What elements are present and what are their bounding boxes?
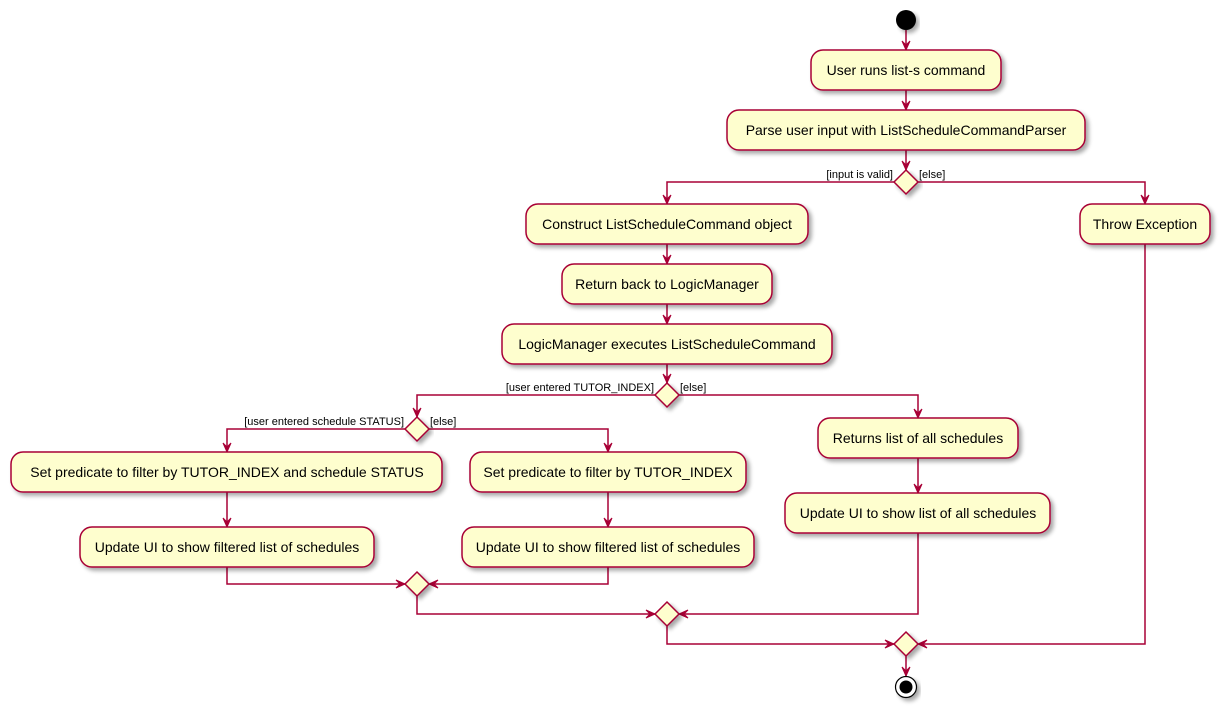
edge-status-else-branch — [429, 428, 609, 452]
edge-tutor-else-branch — [679, 394, 919, 418]
activity-throw-exception: Throw Exception — [1079, 203, 1211, 245]
activity-label: Update UI to show filtered list of sched… — [95, 539, 360, 555]
activity-label: Set predicate to filter by TUTOR_INDEX — [483, 464, 733, 480]
activity-predicate-index-status: Set predicate to filter by TUTOR_INDEX a… — [10, 451, 443, 493]
decision-tutor-index — [653, 381, 681, 409]
activity-logic-executes: LogicManager executes ListScheduleComman… — [501, 323, 833, 365]
activity-predicate-index: Set predicate to filter by TUTOR_INDEX — [469, 451, 747, 493]
decision-input-valid — [892, 168, 920, 196]
edge-update2-merge3 — [429, 567, 609, 585]
activity-label: Throw Exception — [1093, 216, 1197, 232]
activity-user-runs: User runs list-s command — [810, 49, 1002, 91]
guard-status-else: [else] — [430, 416, 456, 428]
activity-update-filtered-1: Update UI to show filtered list of sched… — [79, 526, 375, 568]
edge-valid-branch — [666, 181, 894, 204]
activity-label: Update UI to show list of all schedules — [800, 505, 1037, 521]
activity-label: Construct ListScheduleCommand object — [542, 216, 792, 232]
activity-label: Return back to LogicManager — [575, 276, 759, 292]
activity-label: Update UI to show filtered list of sched… — [476, 539, 741, 555]
activity-return-logic: Return back to LogicManager — [561, 263, 773, 305]
diagram-svg: User runs list-s command Parse user inpu… — [10, 10, 1211, 699]
end-node — [894, 675, 918, 699]
decision-status — [403, 415, 431, 443]
activity-returns-all: Returns list of all schedules — [817, 417, 1019, 459]
activity-label: User runs list-s command — [827, 62, 986, 78]
edge-merge2-merge1 — [666, 626, 894, 645]
activity-diagram: User runs list-s command Parse user inpu… — [0, 0, 1225, 714]
edge-update1-merge3 — [226, 567, 405, 585]
start-node — [896, 10, 916, 30]
edge-tutor-index-branch — [416, 394, 655, 417]
guard-status: [user entered schedule STATUS] — [244, 416, 404, 428]
edge-status-branch — [226, 428, 405, 452]
merge-status — [403, 570, 431, 598]
guard-tutor-index: [user entered TUTOR_INDEX] — [506, 382, 654, 394]
activity-update-filtered-2: Update UI to show filtered list of sched… — [461, 526, 755, 568]
guard-input-else: [else] — [919, 169, 945, 181]
merge-input-valid — [892, 630, 920, 658]
merge-tutor-index — [653, 600, 681, 628]
guard-tutor-else: [else] — [680, 382, 706, 394]
edge-else-branch — [918, 181, 1146, 204]
activity-label: Returns list of all schedules — [833, 430, 1003, 446]
activity-label: Set predicate to filter by TUTOR_INDEX a… — [30, 464, 423, 480]
guard-input-valid: [input is valid] — [826, 169, 893, 181]
activity-parse-input: Parse user input with ListScheduleComman… — [726, 109, 1086, 151]
activity-label: Parse user input with ListScheduleComman… — [746, 122, 1067, 138]
activity-update-all: Update UI to show list of all schedules — [784, 492, 1051, 534]
activity-label: LogicManager executes ListScheduleComman… — [518, 336, 815, 352]
activity-construct-command: Construct ListScheduleCommand object — [525, 203, 809, 245]
edge-merge3-merge2 — [416, 596, 655, 615]
